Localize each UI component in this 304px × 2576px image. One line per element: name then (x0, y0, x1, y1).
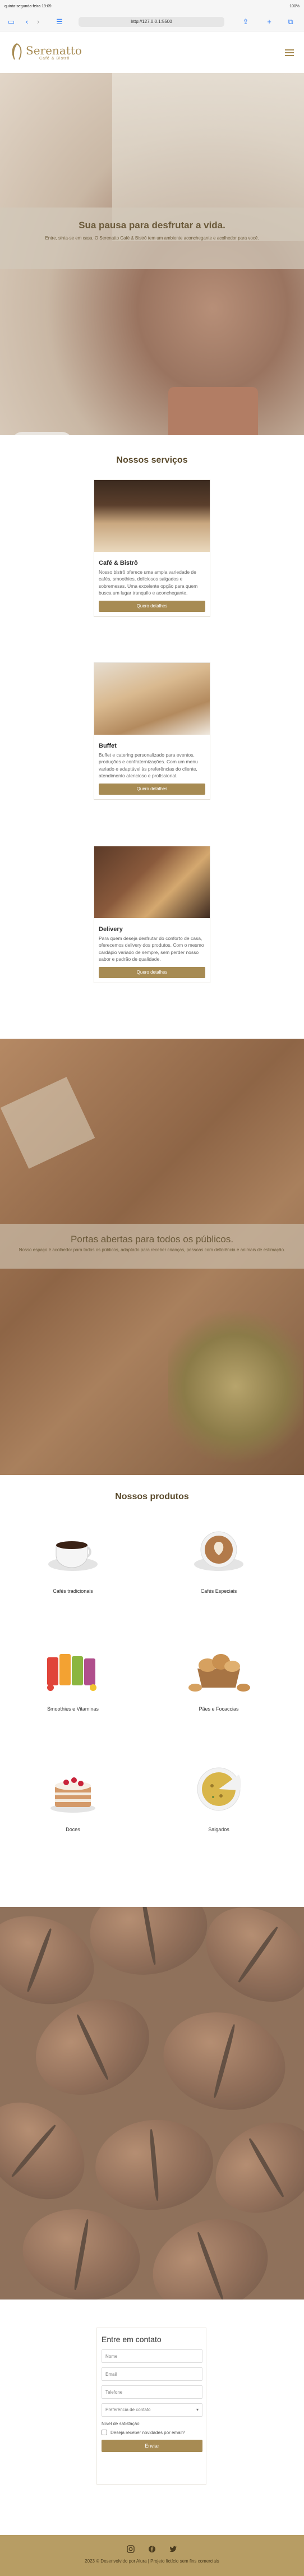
banner-plant-image (168, 1308, 303, 1465)
service-details-button[interactable]: Quero detalhes (99, 967, 205, 979)
product-paes[interactable]: Pães e Focaccias (163, 1640, 275, 1712)
coffee-beans-banner (0, 1907, 304, 2299)
satisfaction-label: Nível de satisfação (102, 2421, 140, 2426)
hero-coffee-cup-image (11, 432, 73, 435)
service-description: Para quem deseja desfrutar do conforto d… (99, 936, 204, 962)
product-label: Cafés Especiais (200, 1588, 237, 1594)
contact-form: Entre em contato Preferência de contato … (96, 2328, 206, 2485)
facebook-icon[interactable] (148, 2545, 156, 2553)
product-label: Salgados (208, 1827, 229, 1832)
product-label: Doces (66, 1827, 80, 1832)
product-label: Cafés tradicionais (53, 1588, 93, 1594)
select-value: Preferência de contato (105, 2407, 151, 2412)
bistro-image (94, 480, 210, 552)
new-tab-icon[interactable]: + (265, 18, 274, 26)
back-icon[interactable]: ‹ (22, 18, 31, 26)
service-name: Café & Bistrô (99, 560, 138, 566)
service-name: Buffet (99, 743, 117, 749)
instagram-icon[interactable] (126, 2545, 135, 2553)
contact-preference-select[interactable]: Preferência de contato ▾ (102, 2403, 202, 2417)
service-card-buffet: Buffet Buffet e catering personalizado p… (94, 662, 210, 800)
reader-icon[interactable]: ☰ (55, 18, 64, 26)
product-smoothies[interactable]: Smoothies e Vitaminas (17, 1640, 129, 1712)
banner-text: Nosso espaço é acolhedor para todos os p… (19, 1247, 285, 1252)
submit-button[interactable]: Enviar (102, 2440, 202, 2452)
social-links (0, 2545, 304, 2556)
quiche-icon (197, 1767, 241, 1811)
service-details-button[interactable]: Quero detalhes (99, 784, 205, 795)
newsletter-label: Deseja receber novidades por email? (110, 2430, 185, 2435)
service-description: Nosso bistrô oferece uma ampla variedade… (99, 569, 198, 596)
buffet-image (94, 663, 210, 735)
product-cafes-tradicionais[interactable]: Cafés tradicionais (17, 1523, 129, 1594)
product-label: Smoothies e Vitaminas (47, 1706, 99, 1712)
banner-text-band (0, 1224, 304, 1269)
menu-hamburger-icon[interactable] (285, 49, 294, 56)
hero-title: Sua pausa para desfrutar a vida. (79, 220, 225, 231)
brand-tagline: Café & Bistrô (39, 57, 70, 61)
chevron-down-icon: ▾ (196, 2407, 199, 2412)
status-time: quinta-segunda-feira 19:09 (4, 4, 52, 8)
sidebar-icon[interactable]: ▭ (7, 18, 16, 26)
coffee-bean-logo-icon (12, 43, 22, 60)
newsletter-checkbox[interactable] (102, 2430, 107, 2435)
service-details-button[interactable]: Quero detalhes (99, 601, 205, 612)
product-salgados[interactable]: Salgados (163, 1761, 275, 1832)
banner-paper-image (0, 1077, 95, 1169)
product-label: Pães e Focaccias (199, 1706, 239, 1712)
hero-plant-pot-image (168, 387, 258, 435)
service-name: Delivery (99, 926, 123, 933)
battery-indicator: 100% (289, 4, 300, 8)
latte-art-icon (194, 1531, 243, 1571)
service-description: Buffet e catering personalizado para eve… (99, 752, 198, 778)
email-field[interactable] (102, 2367, 202, 2381)
service-card-delivery: Delivery Para quem deseja desfrutar do c… (94, 846, 210, 984)
cake-icon (50, 1777, 95, 1813)
product-cafes-especiais[interactable]: Cafés Especiais (163, 1523, 275, 1594)
phone-field[interactable] (102, 2385, 202, 2399)
accessibility-banner: Portas abertas para todos os públicos. N… (0, 1039, 304, 1475)
hero-banner: Sua pausa para desfrutar a vida. Entre, … (0, 73, 304, 435)
footer-copyright: 2023 © Desenvolvido por Alura | Projeto … (85, 2559, 219, 2564)
newsletter-option[interactable]: Deseja receber novidades por email? (102, 2430, 201, 2435)
site-footer: 2023 © Desenvolvido por Alura | Projeto … (0, 2535, 304, 2576)
product-doces[interactable]: Doces (17, 1761, 129, 1832)
contact-title: Entre em contato (102, 2335, 162, 2344)
forward-icon[interactable]: › (34, 18, 43, 26)
twitter-icon[interactable] (169, 2545, 177, 2553)
status-bar: quinta-segunda-feira 19:09 100% (0, 0, 304, 12)
tabs-icon[interactable]: ⧉ (286, 18, 295, 26)
address-bar[interactable]: http://127.0.0.1:5500 (79, 17, 224, 27)
site-header: Serenatto Café & Bistrô (0, 31, 304, 73)
smoothie-icon (47, 1654, 96, 1691)
banner-title: Portas abertas para todos os públicos. (70, 1234, 234, 1245)
hero-subtitle: Entre, sinta-se em casa. O Serenatto Caf… (45, 236, 259, 241)
brand-name: Serenatto (26, 44, 82, 57)
delivery-image (94, 846, 210, 918)
name-field[interactable] (102, 2349, 202, 2363)
products-title: Nossos produtos (115, 1492, 189, 1501)
url-text: http://127.0.0.1:5500 (131, 19, 172, 24)
logo[interactable]: Serenatto Café & Bistrô (10, 42, 82, 64)
bread-basket-icon (188, 1654, 250, 1692)
share-icon[interactable]: ⇪ (241, 18, 250, 26)
service-card-cafe-bistro: Café & Bistrô Nosso bistrô oferece uma a… (94, 480, 210, 617)
services-title: Nossos serviços (116, 455, 188, 465)
browser-toolbar: ▭ ‹ › ☰ http://127.0.0.1:5500 ⇪ + ⧉ (0, 12, 304, 31)
coffee-cup-icon (48, 1541, 98, 1571)
beans-overlay (0, 1907, 304, 2299)
